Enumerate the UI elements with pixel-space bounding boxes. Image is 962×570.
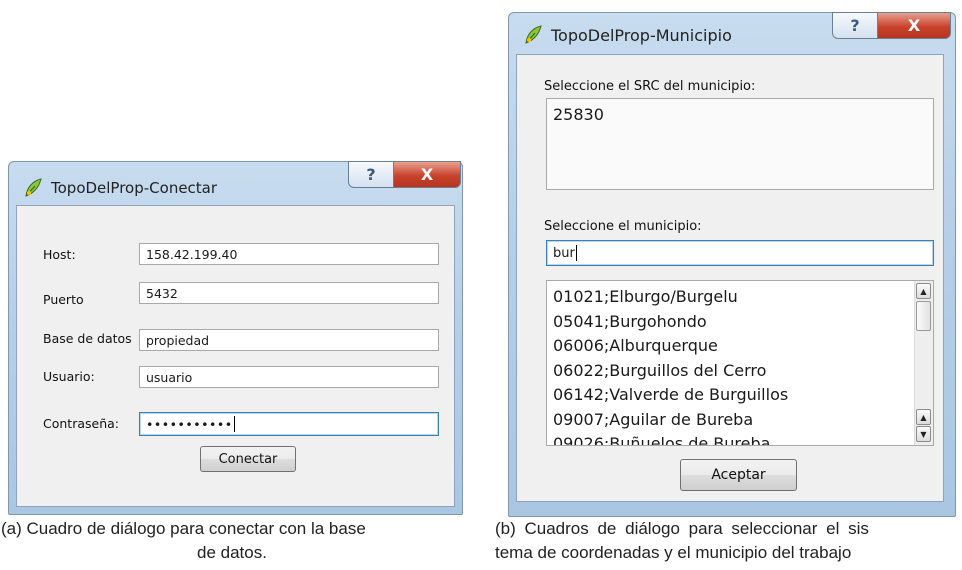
- caption-b-line1: (b) Cuadros de diálogo para seleccionar …: [495, 519, 869, 538]
- list-item[interactable]: 09007;Aguilar de Bureba: [547, 408, 915, 433]
- host-label: Host:: [43, 247, 76, 262]
- password-label: Contraseña:: [43, 416, 119, 431]
- help-icon: ?: [850, 16, 860, 35]
- list-item[interactable]: 06006;Alburquerque: [547, 334, 915, 359]
- municipio-label: Seleccione el municipio:: [544, 219, 702, 234]
- help-button[interactable]: ?: [348, 161, 394, 188]
- list-item[interactable]: 05041;Burgohondo: [547, 310, 915, 335]
- help-button[interactable]: ?: [832, 12, 878, 39]
- caption-a-line1: (a) Cuadro de diálogo para conectar con …: [1, 519, 366, 538]
- qgis-leaf-icon: [523, 24, 543, 46]
- list-item[interactable]: 01021;Elburgo/Burgelu: [547, 285, 915, 310]
- dialog-conectar-body: Host: 158.42.199.40 Puerto 5432 Base de …: [16, 205, 455, 507]
- list-item[interactable]: 09026;Buñuelos de Bureba: [547, 432, 915, 445]
- dialog-conectar-window: TopoDelProp-Conectar ? X Host: 158.42.19…: [8, 161, 463, 515]
- host-input[interactable]: 158.42.199.40: [139, 243, 439, 265]
- dialog-municipio-window: TopoDelProp-Municipio ? X Seleccione el …: [508, 12, 956, 517]
- scrollbar-thumb[interactable]: [916, 301, 931, 331]
- password-input[interactable]: •••••••••••: [139, 412, 439, 436]
- qgis-leaf-icon: [23, 177, 43, 199]
- list-item[interactable]: 06022;Burguillos del Cerro: [547, 359, 915, 384]
- text-caret: [575, 245, 577, 261]
- close-button[interactable]: X: [877, 12, 951, 39]
- text-caret: [233, 416, 235, 432]
- close-icon: X: [907, 16, 921, 35]
- municipio-list[interactable]: 01021;Elburgo/Burgelu 05041;Burgohondo 0…: [546, 280, 934, 446]
- connect-button[interactable]: Conectar: [200, 446, 296, 472]
- close-button[interactable]: X: [393, 161, 461, 188]
- src-label: Seleccione el SRC del municipio:: [544, 79, 756, 94]
- help-icon: ?: [366, 165, 376, 184]
- port-input[interactable]: 5432: [139, 282, 439, 304]
- arrow-down-icon[interactable]: ▼: [916, 426, 931, 442]
- dialog-title: TopoDelProp-Municipio: [551, 26, 732, 45]
- dialog-conectar-titlebar[interactable]: TopoDelProp-Conectar ? X: [9, 161, 462, 206]
- database-label: Base de datos: [43, 331, 132, 346]
- municipio-search-input[interactable]: bur: [546, 240, 934, 266]
- dialog-title: TopoDelProp-Conectar: [51, 179, 218, 197]
- dialog-municipio-titlebar[interactable]: TopoDelProp-Municipio ? X: [509, 12, 955, 57]
- accept-button[interactable]: Aceptar: [680, 459, 797, 491]
- database-input[interactable]: propiedad: [139, 329, 439, 351]
- caption-a-line2: de datos.: [197, 543, 267, 562]
- caption-b-line2: tema de coordenadas y el municipio del t…: [495, 543, 852, 562]
- port-label: Puerto: [43, 292, 84, 307]
- arrow-up-icon[interactable]: ▲: [916, 283, 931, 299]
- user-input[interactable]: usuario: [139, 366, 439, 388]
- user-label: Usuario:: [43, 369, 95, 384]
- arrow-up-icon[interactable]: ▲: [916, 409, 931, 425]
- list-scrollbar[interactable]: ▲ ▲ ▼: [914, 281, 933, 445]
- src-textbox[interactable]: 25830: [546, 98, 934, 190]
- municipio-list-items: 01021;Elburgo/Burgelu 05041;Burgohondo 0…: [547, 285, 915, 445]
- close-icon: X: [420, 165, 434, 184]
- dialog-municipio-body: Seleccione el SRC del municipio: 25830 S…: [516, 54, 944, 502]
- list-item[interactable]: 06142;Valverde de Burguillos: [547, 383, 915, 408]
